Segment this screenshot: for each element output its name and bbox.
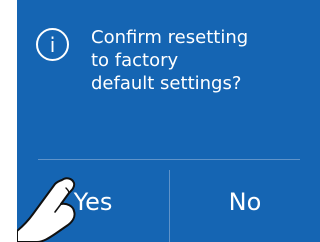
no-button-label: No	[228, 188, 262, 216]
info-icon: i	[36, 28, 69, 61]
message-line-2: to factory	[91, 50, 179, 71]
dialog-message: Confirm resetting to factory default set…	[91, 26, 301, 95]
info-icon-glyph: i	[49, 32, 56, 57]
yes-button[interactable]: Yes	[17, 162, 169, 242]
message-line-3: default settings?	[91, 73, 242, 94]
message-line-1: Confirm resetting	[91, 27, 249, 48]
confirm-reset-dialog: i Confirm resetting to factory default s…	[17, 0, 320, 242]
no-button[interactable]: No	[170, 162, 320, 242]
horizontal-divider	[38, 159, 300, 160]
yes-button-label: Yes	[73, 188, 113, 216]
